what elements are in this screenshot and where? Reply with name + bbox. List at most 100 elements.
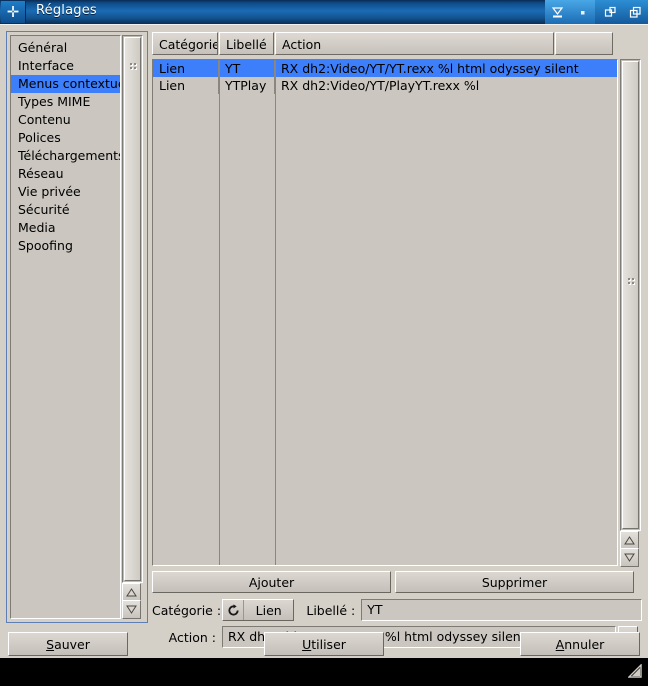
sidebar-item-menus-contextuels[interactable]: Menus contextuels <box>11 75 120 93</box>
cell-text: Lien <box>159 61 186 76</box>
table-scrollbar-thumb[interactable] <box>622 61 639 529</box>
sidebar-item-label: Menus contextuels <box>18 76 120 91</box>
column-divider <box>275 60 276 565</box>
iconify-glyph <box>551 6 564 17</box>
sidebar-item-reseau[interactable]: Réseau <box>11 165 120 183</box>
libelle-input[interactable]: YT <box>361 599 642 621</box>
cell-libelle: YTPlay <box>219 77 275 94</box>
scrollbar-grip-icon <box>128 62 137 71</box>
sidebar-item-general[interactable]: Général <box>11 39 120 57</box>
sidebar-item-label: Interface <box>18 58 74 73</box>
sidebar-item-label: Réseau <box>18 166 64 181</box>
zoom-icon[interactable] <box>623 0 648 24</box>
column-header-label: Action <box>282 37 322 52</box>
iconify-icon[interactable] <box>545 0 570 24</box>
save-rest: auver <box>54 636 90 652</box>
cell-categorie: Lien <box>153 60 219 77</box>
cell-text: Lien <box>159 78 186 93</box>
sidebar-item-label: Général <box>18 40 68 55</box>
save-button-label: Sauver <box>46 637 90 652</box>
cancel-rest: nnuler <box>564 636 605 652</box>
add-button-label: Ajouter <box>248 574 295 590</box>
sidebar-item-label: Types MIME <box>18 94 91 109</box>
sidebar-item-media[interactable]: Media <box>11 219 120 237</box>
sidebar-item-spoofing[interactable]: Spoofing <box>11 237 120 255</box>
sidebar-item-vie-privee[interactable]: Vie privée <box>11 183 120 201</box>
sidebar-item-telechargements[interactable]: Téléchargements <box>11 147 120 165</box>
cell-action: RX dh2:Video/YT/YT.rexx %l html odyssey … <box>275 60 615 77</box>
depth-icon[interactable] <box>598 0 623 24</box>
sidebar-item-label: Contenu <box>18 112 71 127</box>
add-button[interactable]: Ajouter <box>152 571 391 593</box>
table-actions: Ajouter Supprimer <box>152 571 642 593</box>
sidebar-item-contenu[interactable]: Contenu <box>11 111 120 129</box>
sidebar-item-label: Spoofing <box>18 238 73 253</box>
sidebar-scrollbar-thumb[interactable] <box>124 37 141 581</box>
window-bottom-strip <box>0 658 648 686</box>
cell-action: RX dh2:Video/YT/PlayYT.rexx %l <box>275 77 615 94</box>
column-header-label: Libellé <box>226 37 267 52</box>
column-header-libelle[interactable]: Libellé <box>219 32 274 55</box>
categorie-value: Lien <box>255 602 282 618</box>
sidebar-item-polices[interactable]: Polices <box>11 129 120 147</box>
sidebar-item-types-mime[interactable]: Types MIME <box>11 93 120 111</box>
main-panel: Catégorie Libellé Action Lien YT RX dh2:… <box>152 31 642 648</box>
table-row[interactable]: Lien YTPlay RX dh2:Video/YT/PlayYT.rexx … <box>153 77 617 94</box>
table-header: Catégorie Libellé Action <box>152 32 616 58</box>
save-accel: S <box>46 636 55 652</box>
cycle-arrow-icon <box>227 603 239 616</box>
context-menu-table[interactable]: Lien YT RX dh2:Video/YT/YT.rexx %l html … <box>152 59 618 566</box>
use-rest: tiliser <box>311 636 346 652</box>
depth-glyph <box>604 6 616 17</box>
table-scrollbar[interactable] <box>620 59 641 531</box>
sidebar: Général Interface Menus contextuels Type… <box>6 31 148 623</box>
categorie-cycle-button[interactable]: Lien <box>222 599 295 621</box>
table-row[interactable]: Lien YT RX dh2:Video/YT/YT.rexx %l html … <box>153 60 617 77</box>
settings-window: ✛ Réglages Général Interface Menus conte… <box>0 0 648 686</box>
footer-buttons: Sauver Utiliser Annuler <box>0 629 648 659</box>
column-header-label: Catégorie <box>159 37 218 52</box>
cancel-button-label: Annuler <box>556 637 605 652</box>
resize-corner-icon <box>627 663 642 678</box>
sidebar-item-label: Sécurité <box>18 202 70 217</box>
cell-libelle: YT <box>219 60 275 77</box>
titlebar-gadgets <box>545 0 648 24</box>
snapshot-glyph <box>581 10 585 14</box>
sidebar-scrollbar[interactable] <box>122 35 143 583</box>
cancel-button[interactable]: Annuler <box>520 632 640 656</box>
table-scroll-down-button[interactable] <box>620 548 639 567</box>
cell-text: YT <box>225 61 241 76</box>
use-accel: U <box>302 636 312 652</box>
cell-categorie: Lien <box>153 77 219 94</box>
triangle-down-icon <box>624 553 635 562</box>
close-icon[interactable]: ✛ <box>1 1 26 23</box>
sidebar-item-securite[interactable]: Sécurité <box>11 201 120 219</box>
triangle-up-icon <box>624 536 635 545</box>
delete-button[interactable]: Supprimer <box>395 571 634 593</box>
use-button-label: Utiliser <box>302 637 346 652</box>
window-titlebar[interactable]: ✛ Réglages <box>0 0 648 25</box>
save-button[interactable]: Sauver <box>8 632 128 656</box>
scrollbar-grip-icon <box>626 277 635 286</box>
triangle-up-icon <box>126 588 137 597</box>
resize-handle[interactable] <box>627 663 642 678</box>
snapshot-icon[interactable] <box>570 0 595 24</box>
cell-text: RX dh2:Video/YT/YT.rexx %l html odyssey … <box>281 61 579 76</box>
column-header-spacer[interactable] <box>555 32 613 55</box>
sidebar-item-label: Vie privée <box>18 184 81 199</box>
window-content: Général Interface Menus contextuels Type… <box>0 24 648 659</box>
column-divider <box>219 60 220 565</box>
sidebar-item-label: Téléchargements <box>18 148 121 163</box>
column-header-categorie[interactable]: Catégorie <box>152 32 218 55</box>
sidebar-item-label: Polices <box>18 130 61 145</box>
cell-text: YTPlay <box>225 78 267 93</box>
sidebar-item-interface[interactable]: Interface <box>11 57 120 75</box>
sidebar-list[interactable]: Général Interface Menus contextuels Type… <box>10 35 121 619</box>
cycle-icon <box>223 600 244 620</box>
delete-button-label: Supprimer <box>481 574 548 590</box>
cell-text: RX dh2:Video/YT/PlayYT.rexx %l <box>281 78 480 93</box>
column-header-action[interactable]: Action <box>275 32 554 55</box>
use-button[interactable]: Utiliser <box>264 632 384 656</box>
cancel-accel: A <box>555 636 565 652</box>
sidebar-scroll-down-button[interactable] <box>122 600 141 619</box>
